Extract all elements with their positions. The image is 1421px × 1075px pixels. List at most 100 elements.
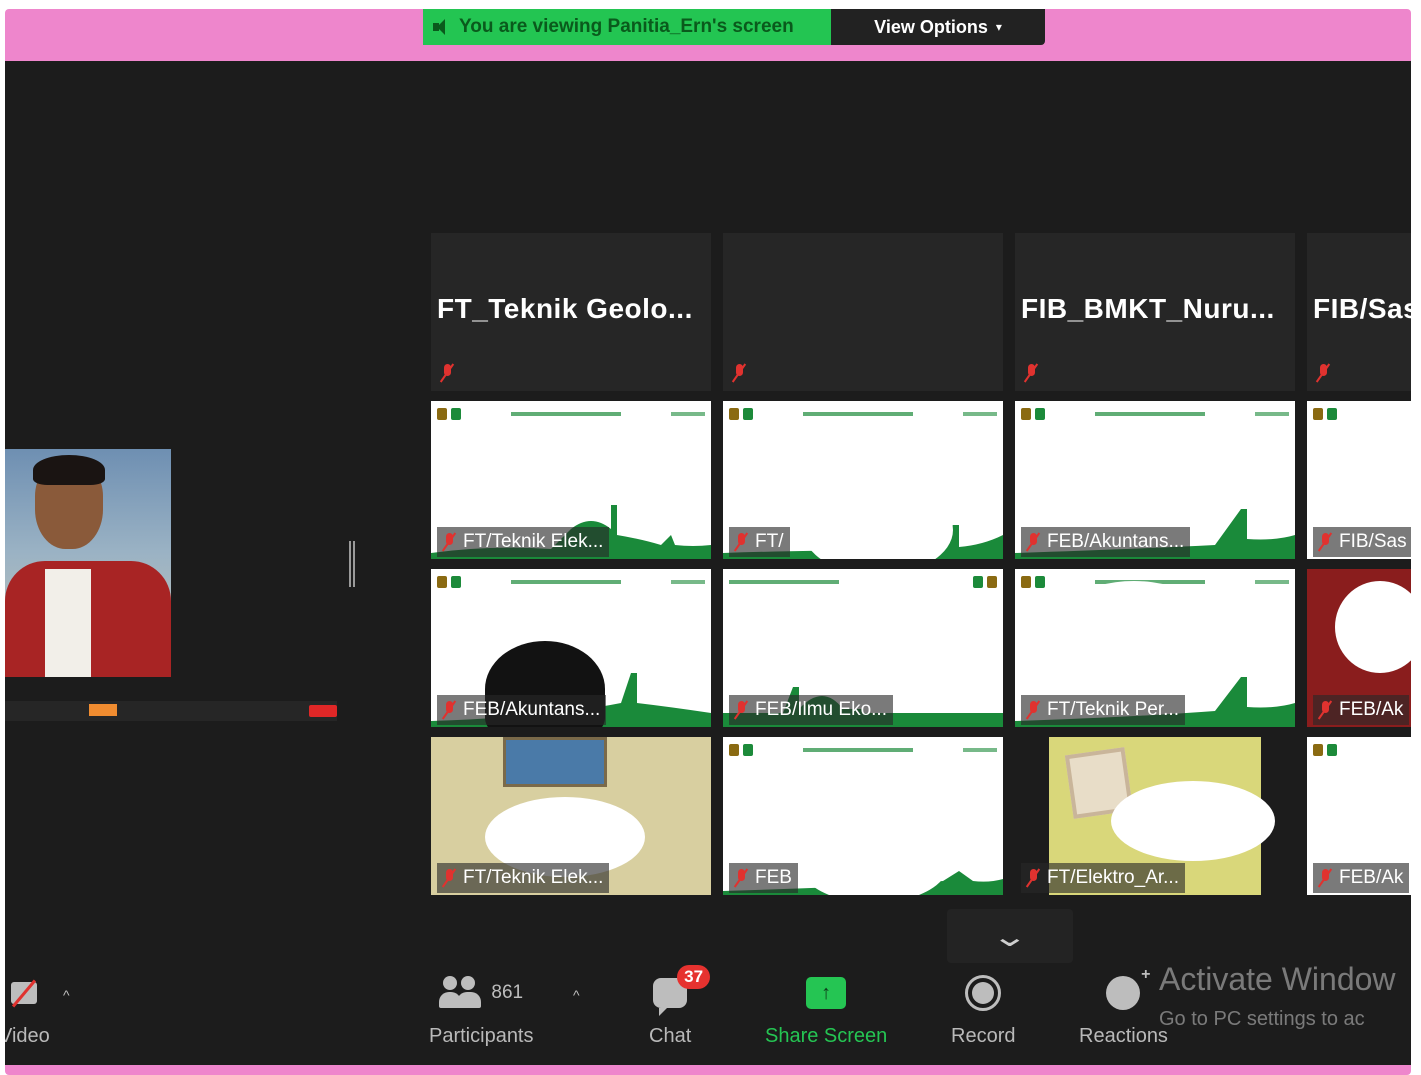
muted-mic-icon: [1023, 363, 1039, 383]
reactions-button[interactable]: Reactions: [1079, 966, 1168, 1048]
participant-tile[interactable]: FEB/Akuntans...: [431, 569, 711, 727]
participant-label: FEB/Ak: [1313, 863, 1410, 893]
face-blur: [799, 823, 949, 895]
university-logo: [729, 744, 739, 756]
header-year-strip: [671, 580, 705, 584]
faculty-logo: [451, 408, 461, 420]
faculty-logo: [743, 744, 753, 756]
chat-button[interactable]: 37 Chat: [649, 965, 711, 1048]
university-logo: [1313, 744, 1323, 756]
participant-tile[interactable]: FIB_BMKT_Nuru...: [1015, 233, 1295, 391]
record-label: Record: [951, 1025, 1016, 1047]
share-screen-icon: ↑: [806, 977, 847, 1009]
viewing-indicator: You are viewing Panitia_Ern's screen: [423, 9, 831, 45]
header-title-strip: [729, 580, 839, 584]
participant-name: FIB/Sas: [1339, 531, 1407, 552]
screen-share-banner: You are viewing Panitia_Ern's screen Vie…: [423, 9, 1045, 45]
header-year-strip: [671, 412, 705, 416]
shared-screen-thumbnail[interactable]: [5, 449, 171, 677]
video-options-caret-icon[interactable]: ^: [63, 987, 70, 1003]
participant-name: FIB/Sas: [1313, 293, 1411, 324]
participant-tile[interactable]: FEB/Akuntans...: [1015, 401, 1295, 559]
header-year-strip: [963, 748, 997, 752]
share-screen-button[interactable]: ↑ Share Screen: [765, 969, 887, 1048]
participant-tile[interactable]: FT/Elektro_Ar...: [1015, 737, 1295, 895]
participant-tile[interactable]: FT/Teknik Per...: [1015, 569, 1295, 727]
muted-mic-icon: [439, 363, 455, 383]
muted-mic-icon: [733, 868, 749, 888]
wall-painting: [503, 737, 607, 787]
muted-mic-icon: [1317, 700, 1333, 720]
app-frame: FT_Teknik Geolo... FIB_BMKT_Nuru... FIB/…: [5, 9, 1411, 1075]
muted-mic-icon: [1025, 700, 1041, 720]
participant-tile[interactable]: FT/Teknik Elek...: [431, 401, 711, 559]
participant-label: FEB/Akuntans...: [1021, 527, 1191, 557]
view-options-button[interactable]: View Options ▾: [831, 9, 1045, 45]
presenter-shirt: [45, 569, 91, 677]
faculty-logo: [1035, 408, 1045, 420]
muted-mic-icon-glyph: [1023, 363, 1039, 383]
participant-tile[interactable]: FIB/Sas: [1307, 233, 1411, 391]
record-icon-wrap: [965, 969, 1002, 1017]
muted-mic-icon: [1025, 868, 1041, 888]
faculty-logo: [1035, 576, 1045, 588]
view-options-label: View Options: [874, 16, 988, 37]
university-logo: [1313, 408, 1323, 420]
header-title-strip: [511, 580, 621, 584]
mini-toolbar-end-button[interactable]: [309, 705, 337, 717]
gallery-next-page-button[interactable]: ⌄: [947, 909, 1073, 963]
university-logo: [987, 576, 997, 588]
participant-label: FT/: [729, 527, 790, 557]
participant-tile[interactable]: FEB/Ilmu Eko...: [723, 569, 1003, 727]
faculty-logo: [743, 408, 753, 420]
participant-tile[interactable]: FEB: [723, 737, 1003, 895]
muted-mic-icon: [441, 868, 457, 888]
university-logo: [437, 576, 447, 588]
participants-count: 861: [491, 982, 524, 1003]
video-button[interactable]: Video: [5, 969, 50, 1048]
splitter-handle[interactable]: [349, 541, 355, 587]
muted-mic-icon: [441, 532, 457, 552]
muted-mic-icon: [731, 363, 747, 383]
participant-label: FT/Elektro_Ar...: [1021, 863, 1185, 893]
participant-name: FT/Teknik Per...: [1047, 699, 1179, 720]
participant-name: FEB/Akuntans...: [1047, 531, 1185, 552]
participants-options-caret-icon[interactable]: ^: [573, 987, 580, 1003]
participant-tile[interactable]: FIB/Sas: [1307, 401, 1411, 559]
muted-mic-icon: [1025, 532, 1041, 552]
meeting-stage: FT_Teknik Geolo... FIB_BMKT_Nuru... FIB/…: [5, 61, 1411, 1065]
participant-tile[interactable]: FEB/Ak: [1307, 569, 1411, 727]
speaker-icon: [433, 19, 451, 35]
participant-label: FEB: [729, 863, 798, 893]
face-blur: [1111, 781, 1275, 861]
participants-button[interactable]: 861 Participants: [429, 969, 534, 1048]
header-title-strip: [803, 748, 913, 752]
participant-tile[interactable]: FT/Teknik Elek...: [431, 737, 711, 895]
participant-tile[interactable]: FEB/Ak: [1307, 737, 1411, 895]
muted-mic-icon-glyph: [439, 363, 455, 383]
virtual-background-header: [437, 407, 705, 421]
gallery-grid: FT_Teknik Geolo... FIB_BMKT_Nuru... FIB/…: [431, 233, 1411, 903]
participant-label: FT/Teknik Per...: [1021, 695, 1185, 725]
participant-name: FT/Elektro_Ar...: [1047, 867, 1179, 888]
university-logo: [1021, 576, 1031, 588]
viewing-text: You are viewing Panitia_Ern's screen: [459, 16, 794, 37]
chat-unread-badge: 37: [677, 965, 711, 989]
participant-name: FEB/Akuntans...: [463, 699, 601, 720]
virtual-background-header: [437, 575, 705, 589]
header-title-strip: [1095, 412, 1205, 416]
muted-mic-icon: [441, 700, 457, 720]
participant-label: FT/Teknik Elek...: [437, 527, 610, 557]
participant-name: FT/: [755, 531, 784, 552]
muted-mic-icon: [1317, 532, 1333, 552]
participant-tile[interactable]: FT/: [723, 401, 1003, 559]
participant-tile[interactable]: FT_Teknik Geolo...: [431, 233, 711, 391]
record-button[interactable]: Record: [951, 969, 1015, 1048]
university-logo: [437, 408, 447, 420]
participants-icon-wrap: 861: [439, 969, 523, 1017]
share-icon-wrap: ↑: [806, 969, 847, 1017]
chevron-down-icon: ▾: [995, 20, 1002, 34]
participant-tile[interactable]: [723, 233, 1003, 391]
participant-name: FT/Teknik Elek...: [463, 531, 604, 552]
faculty-logo: [1327, 408, 1337, 420]
